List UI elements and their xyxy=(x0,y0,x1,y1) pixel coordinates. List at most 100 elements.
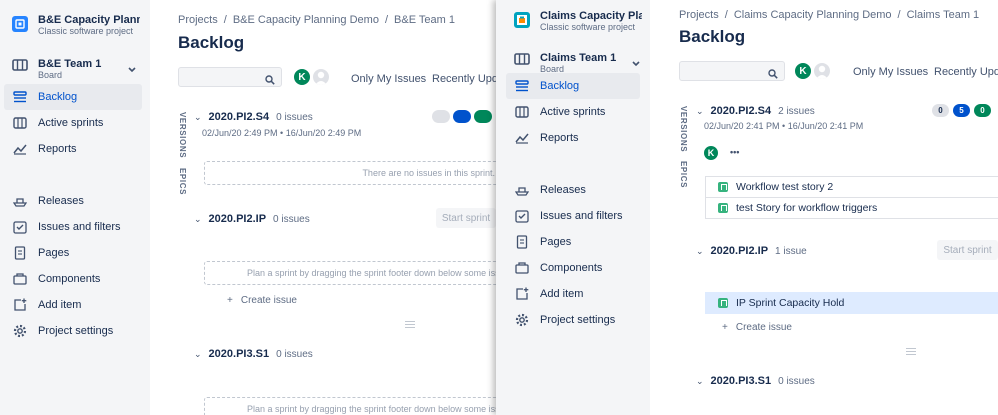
search-field[interactable] xyxy=(178,67,282,90)
avatar[interactable]: K xyxy=(793,61,813,81)
search-icon xyxy=(265,72,275,90)
nav-issues-filters[interactable]: Issues and filters xyxy=(506,203,642,229)
plan-sprint-dropzone: Plan a sprint by dragging the sprint foo… xyxy=(204,397,496,415)
nav-releases-label: Releases xyxy=(540,184,586,196)
nav-pages[interactable]: Pages xyxy=(4,240,142,266)
nav-components-label: Components xyxy=(38,273,101,285)
start-sprint-button[interactable]: Start sprint xyxy=(436,208,496,228)
search-input[interactable] xyxy=(179,69,259,88)
component-icon xyxy=(514,260,530,276)
plan-sprint-text: Plan a sprint by dragging the sprint foo… xyxy=(247,268,496,278)
nav-pages-label: Pages xyxy=(540,236,572,248)
nav-project-settings[interactable]: Project settings xyxy=(506,307,642,333)
nav-releases[interactable]: Releases xyxy=(506,177,642,203)
list-item[interactable]: test Story for workflow triggers xyxy=(705,197,998,219)
drag-handle-icon[interactable] xyxy=(405,321,415,330)
sprint-header[interactable]: ⌄ 2020.PI3.S1 0 issues xyxy=(696,375,815,387)
versions-panel-toggle[interactable]: VERSIONS xyxy=(178,112,187,158)
board-type: Board xyxy=(38,70,63,80)
list-item[interactable]: Workflow test story 2 xyxy=(705,176,998,198)
chevron-down-icon: ⌄ xyxy=(696,376,704,386)
ship-icon xyxy=(12,193,28,209)
sprint-header[interactable]: ⌄ 2020.PI3.S1 0 issues xyxy=(194,348,313,360)
nav-issues-filters[interactable]: Issues and filters xyxy=(4,214,142,240)
nav-backlog[interactable]: Backlog xyxy=(4,84,142,110)
nav-reports[interactable]: Reports xyxy=(4,136,142,162)
sprint-name: 2020.PI2.S4 xyxy=(208,111,270,123)
nav-active-sprints[interactable]: Active sprints xyxy=(506,99,642,125)
reports-icon xyxy=(514,130,530,146)
quick-filter-only-my-issues[interactable]: Only My Issues xyxy=(853,66,928,78)
create-issue-button[interactable]: + Create issue xyxy=(227,295,297,306)
nav-project-settings[interactable]: Project settings xyxy=(4,318,142,344)
board-icon xyxy=(514,52,530,71)
create-issue-button[interactable]: + Create issue xyxy=(722,322,792,333)
board-selector[interactable]: Claims Team 1 Board xyxy=(496,44,650,74)
start-sprint-button[interactable]: Start sprint xyxy=(937,240,998,260)
nav-pages-label: Pages xyxy=(38,247,70,259)
avatar-unassigned[interactable] xyxy=(812,61,832,81)
breadcrumb-projects[interactable]: Projects xyxy=(178,14,218,26)
versions-panel-toggle[interactable]: VERSIONS xyxy=(679,106,688,152)
active-sprints-icon xyxy=(12,115,28,131)
project-title: B&E Capacity Planning Demo xyxy=(38,14,140,26)
status-pill-done: 0 xyxy=(974,104,991,117)
sprint-issue-count: 1 issue xyxy=(775,246,807,257)
nav-add-item[interactable]: Add item xyxy=(506,281,642,307)
quick-filter-only-my-issues[interactable]: Only My Issues xyxy=(351,73,426,85)
breadcrumb-project[interactable]: B&E Capacity Planning Demo xyxy=(233,14,379,26)
board-name: B&E Team 1 xyxy=(38,58,102,70)
breadcrumb-projects[interactable]: Projects xyxy=(679,9,719,21)
nav-components[interactable]: Components xyxy=(506,255,642,281)
plus-icon: + xyxy=(227,295,233,306)
project-header[interactable]: B&E Capacity Planning Demo Classic softw… xyxy=(0,0,150,50)
status-pill-done xyxy=(474,110,492,123)
nav-components[interactable]: Components xyxy=(4,266,142,292)
create-issue-label: Create issue xyxy=(240,295,297,306)
nav-reports[interactable]: Reports xyxy=(506,125,642,151)
nav-pages[interactable]: Pages xyxy=(506,229,642,255)
backlog-main: Projects / B&E Capacity Planning Demo / B&E … xyxy=(150,0,496,415)
breadcrumb-board[interactable]: B&E Team 1 xyxy=(394,14,455,26)
search-icon xyxy=(768,66,778,84)
add-item-icon xyxy=(514,286,530,302)
quick-filter-recently-updated[interactable]: Recently Updated xyxy=(432,73,496,85)
more-actions-icon[interactable]: ••• xyxy=(730,147,739,157)
nav-add-item[interactable]: Add item xyxy=(4,292,142,318)
project-avatar-icon xyxy=(12,16,28,32)
sprint-header[interactable]: ⌄ 2020.PI2.IP 0 issues xyxy=(194,213,310,225)
sprint-header[interactable]: ⌄ 2020.PI2.S4 2 issues xyxy=(696,105,815,117)
sprint-assignee-avatar[interactable]: K xyxy=(702,144,720,162)
avatar-unassigned[interactable] xyxy=(311,67,331,87)
search-field[interactable] xyxy=(679,61,785,84)
status-pill-in-progress: 5 xyxy=(953,104,970,117)
breadcrumb-board[interactable]: Claims Team 1 xyxy=(907,9,980,21)
add-item-icon xyxy=(12,297,28,313)
breadcrumb-project[interactable]: Claims Capacity Planning Demo xyxy=(734,9,892,21)
create-issue-label: Create issue xyxy=(735,322,792,333)
chevron-down-icon: ⌄ xyxy=(696,106,704,116)
nav-add-item-label: Add item xyxy=(540,288,584,300)
drag-handle-icon[interactable] xyxy=(906,348,916,357)
list-item[interactable]: IP Sprint Capacity Hold xyxy=(705,292,998,314)
nav-project-settings-label: Project settings xyxy=(540,314,616,326)
chevron-down-icon: ⌄ xyxy=(194,112,202,122)
project-sidebar: B&E Capacity Planning Demo Classic softw… xyxy=(0,0,150,415)
nav-reports-label: Reports xyxy=(38,143,77,155)
board-selector[interactable]: B&E Team 1 Board xyxy=(0,50,150,82)
sprint-header[interactable]: ⌄ 2020.PI2.S4 0 issues xyxy=(194,111,313,123)
sprint-header[interactable]: ⌄ 2020.PI2.IP 1 issue xyxy=(696,245,807,257)
nav-releases[interactable]: Releases xyxy=(4,188,142,214)
project-title: Claims Capacity Planning xyxy=(540,10,642,22)
nav-active-sprints-label: Active sprints xyxy=(540,106,606,118)
nav-active-sprints[interactable]: Active sprints xyxy=(4,110,142,136)
sprint-dates: 02/Jun/20 2:41 PM • 16/Jun/20 2:41 PM xyxy=(704,121,864,131)
right-window: Claims Capacity Planning Classic softwar… xyxy=(496,0,998,415)
epics-panel-toggle[interactable]: EPICS xyxy=(178,168,187,195)
nav-backlog[interactable]: Backlog xyxy=(506,73,640,99)
avatar[interactable]: K xyxy=(292,67,312,87)
search-input[interactable] xyxy=(680,63,760,82)
project-header[interactable]: Claims Capacity Planning Classic softwar… xyxy=(496,0,650,44)
epics-panel-toggle[interactable]: EPICS xyxy=(679,161,688,188)
quick-filter-recently-updated[interactable]: Recently Updated xyxy=(934,66,998,78)
